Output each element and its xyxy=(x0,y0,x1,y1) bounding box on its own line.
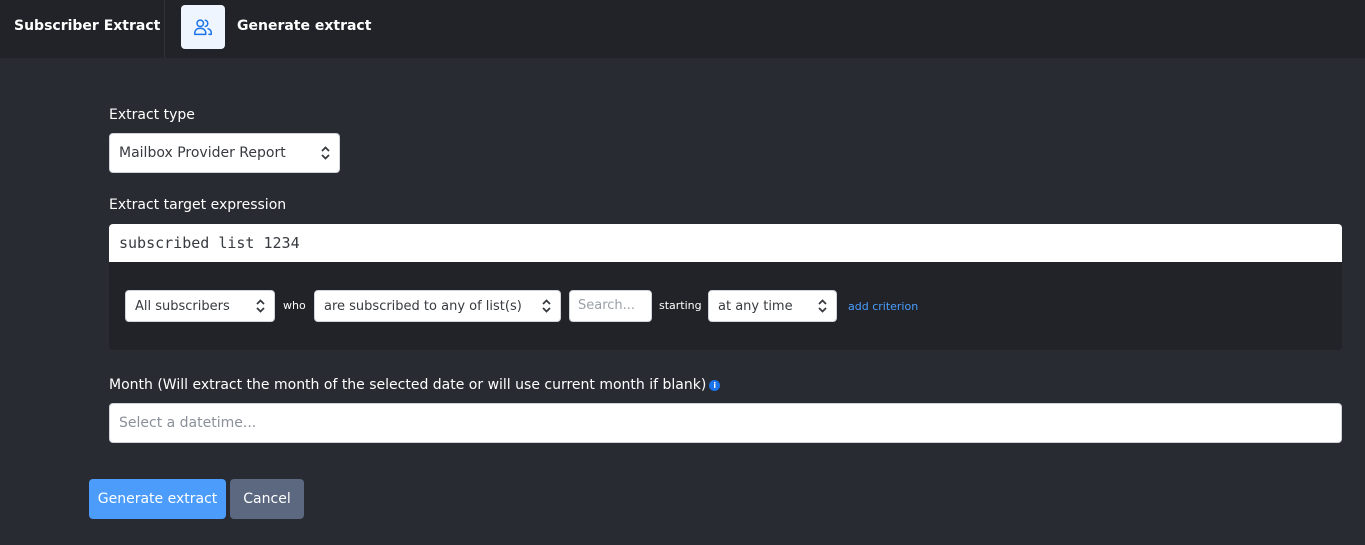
target-expression-input[interactable]: subscribed list 1234 xyxy=(109,224,1342,262)
condition-value: are subscribed to any of list(s) xyxy=(324,298,522,314)
target-expression-label: Extract target expression xyxy=(109,197,287,213)
month-label-text: Month (Will extract the month of the sel… xyxy=(109,377,707,393)
extract-type-select[interactable]: Mailbox Provider Report xyxy=(109,133,340,173)
extract-type-value: Mailbox Provider Report xyxy=(119,145,286,161)
condition-select[interactable]: are subscribed to any of list(s) xyxy=(314,290,561,322)
chevron-updown-icon xyxy=(818,299,827,313)
cancel-button[interactable]: Cancel xyxy=(230,479,304,519)
subject-select[interactable]: All subscribers xyxy=(125,290,275,322)
extract-type-label: Extract type xyxy=(109,107,195,123)
divider xyxy=(164,0,165,58)
app-title: Subscriber Extract xyxy=(14,18,161,34)
top-bar: Subscriber Extract Generate extract xyxy=(0,0,1365,58)
chevron-updown-icon xyxy=(321,146,330,160)
generate-extract-button[interactable]: Generate extract xyxy=(89,479,226,519)
timeframe-select[interactable]: at any time xyxy=(708,290,837,322)
page-title: Generate extract xyxy=(237,18,372,34)
info-icon[interactable]: i xyxy=(709,379,721,391)
who-label: who xyxy=(283,299,306,312)
chevron-updown-icon xyxy=(256,299,265,313)
users-icon xyxy=(181,5,225,49)
starting-label: starting xyxy=(659,299,702,312)
criteria-builder: All subscribers who are subscribed to an… xyxy=(109,262,1342,350)
chevron-updown-icon xyxy=(542,299,551,313)
add-criterion-link[interactable]: add criterion xyxy=(848,300,918,313)
list-search-input[interactable]: Search... xyxy=(569,290,652,322)
timeframe-value: at any time xyxy=(718,298,793,314)
month-label: Month (Will extract the month of the sel… xyxy=(109,377,721,393)
subject-value: All subscribers xyxy=(135,298,230,314)
month-datetime-input[interactable]: Select a datetime... xyxy=(109,403,1342,443)
